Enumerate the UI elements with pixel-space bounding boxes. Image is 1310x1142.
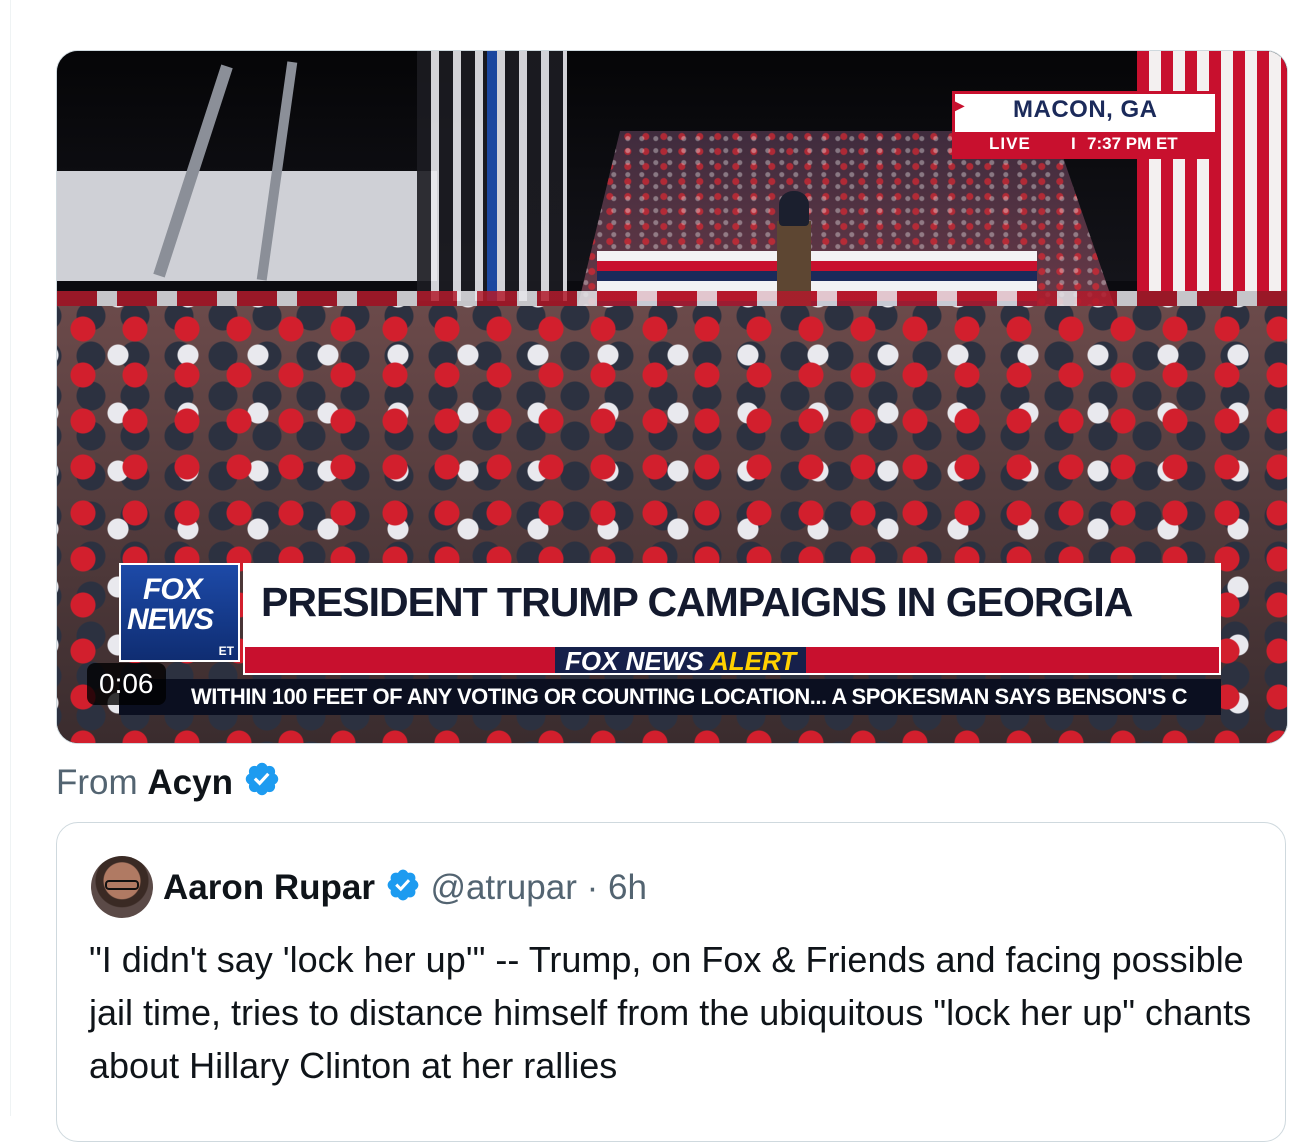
video-timestamp: 0:06 [87,663,166,705]
live-time: 7:37 PM ET [1087,134,1178,153]
verified-badge-icon [243,760,281,808]
avatar-glasses [105,880,139,890]
author-handle[interactable]: @atrupar [430,868,576,907]
news-ticker: WITHIN 100 FEET OF ANY VOTING OR COUNTIN… [119,679,1221,715]
tweet-timestamp[interactable]: 6h [608,868,647,907]
logo-line-2: NEWS [127,603,214,636]
quoted-tweet-header: Aaron Rupar @atrupar · 6h [163,867,647,913]
video-attribution: From Acyn [56,760,281,808]
lower-third-headline: PRESIDENT TRUMP CAMPAIGNS IN GEORGIA [243,563,1221,645]
scene-us-flag [1137,51,1287,291]
fox-news-logo: FOX NEWS ET [119,563,240,662]
meta-separator: · [586,868,599,907]
scene-speaker [779,191,809,226]
avatar[interactable] [91,856,153,918]
verified-badge-icon [385,867,421,913]
author-name[interactable]: Aaron Rupar [163,868,375,907]
quoted-tweet-text: "I didn't say 'lock her up'" -- Trump, o… [89,939,1252,1086]
scene-crowd [57,306,1287,743]
timeline-divider [10,0,11,1116]
news-alert-label: FOX NEWS ALERT [555,646,807,676]
news-alert-bar: FOX NEWS ALERT [243,645,1221,675]
location-city: MACON, GA [1013,96,1158,123]
live-label: LIVE [989,134,1031,153]
ticker-text: WITHIN 100 FEET OF ANY VOTING OR COUNTIN… [191,684,1187,709]
live-bar: LIVE I 7:37 PM ET [955,132,1215,156]
play-arrow-icon: ▶ [954,97,965,113]
logo-line-1: FOX [143,573,203,606]
alert-brand: FOX NEWS [565,646,704,676]
alert-word: ALERT [709,646,797,676]
video-player[interactable]: ▶ MACON, GA LIVE I 7:37 PM ET FOX NEWS E… [56,50,1288,744]
logo-timezone: ET [218,644,234,658]
attribution-prefix: From [56,763,138,802]
quoted-tweet[interactable]: Aaron Rupar @atrupar · 6h "I didn't say … [56,822,1286,1142]
attribution-name[interactable]: Acyn [147,763,233,802]
location-bug: ▶ MACON, GA LIVE I 7:37 PM ET [952,91,1218,159]
live-separator: I [1071,134,1076,153]
scene-building [57,171,437,281]
headline-text: PRESIDENT TRUMP CAMPAIGNS IN GEORGIA [261,579,1133,625]
scene-flag-thin-blue-line [417,51,567,301]
